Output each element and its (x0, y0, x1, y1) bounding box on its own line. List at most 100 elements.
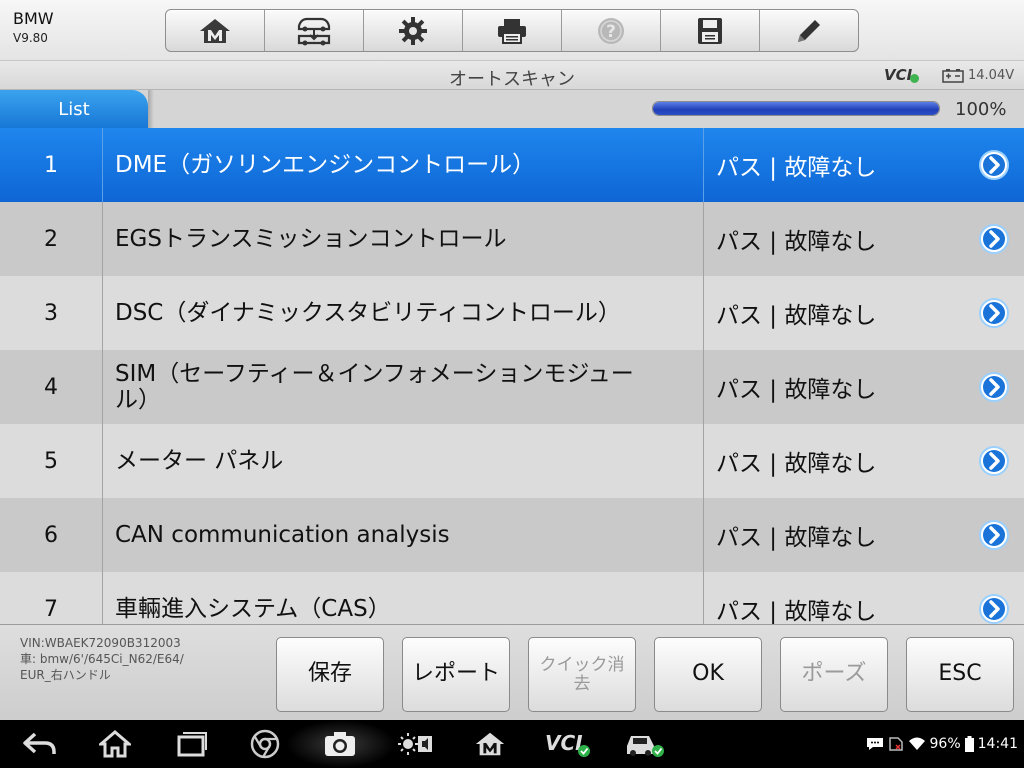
row-number: 6 (0, 498, 103, 572)
wifi-icon (908, 737, 925, 750)
row-number: 2 (0, 202, 103, 276)
chevron-right-icon[interactable] (978, 223, 1010, 255)
help-icon: ? (598, 17, 624, 44)
row-system-name: 車輛進入システム（CAS） (103, 572, 704, 624)
scan-progress-bar (652, 101, 940, 116)
printer-icon (498, 18, 526, 44)
brightness-volume-icon (398, 733, 432, 755)
row-status: パス | 故障なし (704, 572, 1024, 624)
row-system-name: DME（ガソリンエンジンコントロール） (103, 128, 704, 202)
display-sound-button[interactable] (396, 720, 436, 768)
row-number: 7 (0, 572, 103, 624)
back-arrow-icon (23, 732, 56, 754)
edit-icon (798, 19, 820, 42)
chevron-right-icon[interactable] (978, 519, 1010, 551)
row-status-text: パス | 故障なし (716, 229, 877, 255)
row-status-text: パス | 故障なし (716, 377, 877, 403)
row-status-text: パス | 故障なし (716, 155, 877, 181)
home-icon (99, 730, 131, 758)
chevron-right-icon[interactable] (978, 371, 1010, 403)
row-status: パス | 故障なし (704, 202, 1024, 276)
row-status-text: パス | 故障なし (716, 451, 877, 477)
chevron-right-icon[interactable] (978, 149, 1010, 181)
system-list[interactable]: 1 DME（ガソリンエンジンコントロール） パス | 故障なし 2 EGSトラン… (0, 128, 1024, 624)
vehicle-nav-button[interactable] (622, 720, 666, 768)
tab-strip: List 100% (0, 90, 1024, 128)
row-system-name: EGSトランスミッションコントロール (103, 202, 704, 276)
vehicle-swap-button[interactable] (265, 10, 364, 51)
esc-button[interactable]: ESC (906, 637, 1014, 712)
help-button: ? (562, 10, 661, 51)
browser-button[interactable] (247, 720, 283, 768)
report-button[interactable]: レポート (402, 637, 510, 712)
row-status-text: パス | 故障なし (716, 599, 877, 624)
chat-icon (866, 738, 883, 750)
chevron-right-icon[interactable] (978, 593, 1010, 624)
title-bar: オートスキャン VCI 14.04V (0, 61, 1024, 90)
car-status-icon (627, 736, 664, 757)
app-version: V9.80 (13, 31, 48, 45)
chevron-right-icon[interactable] (978, 297, 1010, 329)
vci-connected-icon (910, 74, 919, 83)
vin-text: VIN:WBAEK72090B312003 (20, 636, 181, 650)
vehicle-info: VIN:WBAEK72090B312003 車: bmw/6'/645Ci_N6… (20, 635, 260, 684)
scan-progress-label: 100% (955, 99, 1007, 120)
save-button[interactable]: 保存 (276, 637, 384, 712)
camera-icon (325, 732, 355, 756)
brand-block: BMW V9.80 (13, 9, 54, 45)
quick-clear-label-line1: クイック消 (539, 654, 625, 675)
vehicle-path-line1: 車: bmw/6'/645Ci_N62/E64/ (20, 652, 184, 667)
row-status: パス | 故障なし (704, 350, 1024, 424)
top-bar: BMW V9.80 ? (0, 0, 1024, 61)
row-system-name: メーター パネル (103, 424, 704, 498)
list-item[interactable]: 7 車輛進入システム（CAS） パス | 故障なし (0, 572, 1024, 624)
voltage-readout: 14.04V (968, 68, 1015, 83)
row-system-name: DSC（ダイナミックスタビリティコントロール） (103, 276, 704, 350)
brand-name: BMW (13, 9, 54, 28)
ok-button[interactable]: OK (654, 637, 762, 712)
clock: 14:41 (977, 736, 1018, 752)
row-number: 5 (0, 424, 103, 498)
list-item[interactable]: 2 EGSトランスミッションコントロール パス | 故障なし (0, 202, 1024, 277)
chevron-right-icon[interactable] (978, 445, 1010, 477)
edit-button[interactable] (760, 10, 858, 51)
vci-status: VCI (884, 66, 919, 84)
list-item[interactable]: 4 SIM（セーフティー＆インフォメーションモジュー ル） パス | 故障なし (0, 350, 1024, 425)
screenshot-button[interactable] (320, 720, 360, 768)
back-button[interactable] (20, 720, 60, 768)
vci-nav-button[interactable]: VCI (540, 720, 592, 768)
save-icon (698, 17, 722, 44)
battery-voltage-icon (942, 69, 964, 83)
row-status: パス | 故障なし (704, 424, 1024, 498)
list-item[interactable]: 5 メーター パネル パス | 故障なし (0, 424, 1024, 499)
print-button[interactable] (463, 10, 562, 51)
tab-divider (148, 90, 154, 128)
app-home-nav-button[interactable] (472, 720, 508, 768)
vci-icon: VCI (545, 731, 590, 757)
tab-list[interactable]: List (0, 90, 148, 128)
recents-button[interactable] (172, 720, 212, 768)
page-title: オートスキャン (449, 69, 575, 90)
gear-icon (399, 16, 427, 45)
home-button[interactable] (166, 10, 265, 51)
scan-progress-fill (653, 102, 939, 115)
vehicle-swap-icon (297, 17, 331, 45)
row-status: パス | 故障なし (704, 276, 1024, 350)
row-system-name-line1: SIM（セーフティー＆インフォメーションモジュー (115, 360, 634, 387)
vci-label: VCI (884, 66, 913, 84)
row-system-name-line2: ル） (115, 387, 161, 413)
home-nav-button[interactable] (95, 720, 135, 768)
quick-clear-button: クイック消 去 (528, 637, 636, 712)
save-data-button[interactable] (661, 10, 760, 51)
list-item[interactable]: 1 DME（ガソリンエンジンコントロール） パス | 故障なし (0, 128, 1024, 203)
list-item[interactable]: 3 DSC（ダイナミックスタビリティコントロール） パス | 故障なし (0, 276, 1024, 351)
quick-clear-label-line2: 去 (573, 673, 591, 694)
pause-button: ポーズ (780, 637, 888, 712)
row-status-text: パス | 故障なし (716, 303, 877, 329)
settings-button[interactable] (364, 10, 463, 51)
vehicle-path-line2: EUR_右ハンドル (20, 668, 111, 683)
action-panel: VIN:WBAEK72090B312003 車: bmw/6'/645Ci_N6… (0, 624, 1024, 721)
browser-icon (250, 729, 280, 759)
list-item[interactable]: 6 CAN communication analysis パス | 故障なし (0, 498, 1024, 573)
home-m-icon (200, 18, 230, 43)
